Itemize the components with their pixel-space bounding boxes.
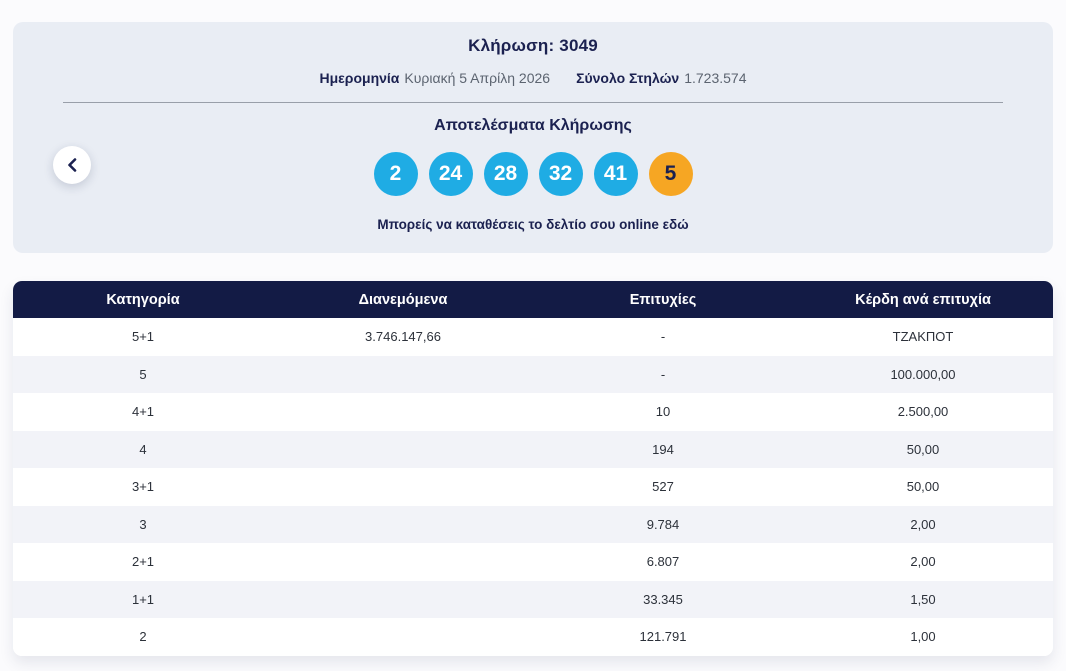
cell-prize-per-win: 50,00	[793, 479, 1053, 494]
col-category: Κατηγορία	[13, 292, 273, 308]
cell-prize-per-win: 2,00	[793, 554, 1053, 569]
online-deposit-link[interactable]: Μπορείς να καταθέσεις το δελτίο σου onli…	[377, 217, 688, 232]
draw-date-value: Κυριακή 5 Απρίλη 2026	[404, 70, 550, 86]
table-row: 5+13.746.147,66-ΤΖΑΚΠΟΤ	[13, 318, 1053, 356]
cell-category: 5	[13, 367, 273, 382]
col-winners: Επιτυχίες	[533, 292, 793, 308]
cell-winners: 10	[533, 404, 793, 419]
cell-winners: 33.345	[533, 592, 793, 607]
col-distributed: Διανεμόμενα	[273, 292, 533, 308]
drawn-number-ball: 24	[429, 152, 473, 196]
cell-winners: 121.791	[533, 629, 793, 644]
draw-date: Ημερομηνία Κυριακή 5 Απρίλη 2026	[319, 70, 550, 86]
table-row: 3 9.7842,00	[13, 506, 1053, 544]
cell-category: 4+1	[13, 404, 273, 419]
table-row: 2+1 6.8072,00	[13, 543, 1053, 581]
cell-winners: -	[533, 329, 793, 344]
cell-prize-per-win: 2,00	[793, 517, 1053, 532]
cell-prize-per-win: 2.500,00	[793, 404, 1053, 419]
drawn-number-ball: 41	[594, 152, 638, 196]
drawn-number-ball: 32	[539, 152, 583, 196]
cell-prize-per-win: ΤΖΑΚΠΟΤ	[793, 329, 1053, 344]
cell-prize-per-win: 50,00	[793, 442, 1053, 457]
prize-table-body: 5+13.746.147,66-ΤΖΑΚΠΟΤ5-100.000,004+110…	[13, 318, 1053, 656]
bonus-number-ball: 5	[649, 152, 693, 196]
panel-divider	[63, 102, 1003, 103]
cell-prize-per-win: 1,50	[793, 592, 1053, 607]
drawn-number-ball: 28	[484, 152, 528, 196]
draw-title: Κλήρωση: 3049	[13, 22, 1053, 56]
prize-table-header: ΚατηγορίαΔιανεμόμεναΕπιτυχίεςΚέρδη ανά ε…	[13, 281, 1053, 318]
table-row: 1+1 33.3451,50	[13, 581, 1053, 619]
total-columns: Σύνολο Στηλών 1.723.574	[576, 70, 746, 86]
table-row: 3+1 52750,00	[13, 468, 1053, 506]
previous-draw-button[interactable]	[53, 146, 91, 184]
drawn-number-ball: 2	[374, 152, 418, 196]
cell-distributed: 3.746.147,66	[273, 329, 533, 344]
total-columns-label: Σύνολο Στηλών	[576, 70, 679, 86]
cell-category: 2+1	[13, 554, 273, 569]
results-title: Αποτελέσματα Κλήρωσης	[13, 117, 1053, 135]
drawn-numbers-row: 2242832415	[13, 152, 1053, 196]
total-columns-value: 1.723.574	[684, 70, 746, 86]
draw-date-label: Ημερομηνία	[319, 70, 399, 86]
col-prize-per-win: Κέρδη ανά επιτυχία	[793, 292, 1053, 308]
cell-winners: -	[533, 367, 793, 382]
chevron-left-icon	[67, 158, 77, 172]
cell-category: 5+1	[13, 329, 273, 344]
cell-winners: 9.784	[533, 517, 793, 532]
prize-table: ΚατηγορίαΔιανεμόμεναΕπιτυχίεςΚέρδη ανά ε…	[13, 281, 1053, 656]
table-row: 4+1 102.500,00	[13, 393, 1053, 431]
draw-meta: Ημερομηνία Κυριακή 5 Απρίλη 2026 Σύνολο Σ…	[13, 70, 1053, 86]
cell-category: 4	[13, 442, 273, 457]
cell-category: 3	[13, 517, 273, 532]
cell-prize-per-win: 1,00	[793, 629, 1053, 644]
cell-category: 3+1	[13, 479, 273, 494]
cell-prize-per-win: 100.000,00	[793, 367, 1053, 382]
table-row: 4 19450,00	[13, 431, 1053, 469]
cell-category: 1+1	[13, 592, 273, 607]
table-row: 5 -100.000,00	[13, 356, 1053, 394]
cell-winners: 527	[533, 479, 793, 494]
cell-winners: 6.807	[533, 554, 793, 569]
table-row: 2 121.7911,00	[13, 618, 1053, 656]
cell-winners: 194	[533, 442, 793, 457]
draw-results-panel: Κλήρωση: 3049 Ημερομηνία Κυριακή 5 Απρίλη…	[13, 22, 1053, 253]
cell-category: 2	[13, 629, 273, 644]
